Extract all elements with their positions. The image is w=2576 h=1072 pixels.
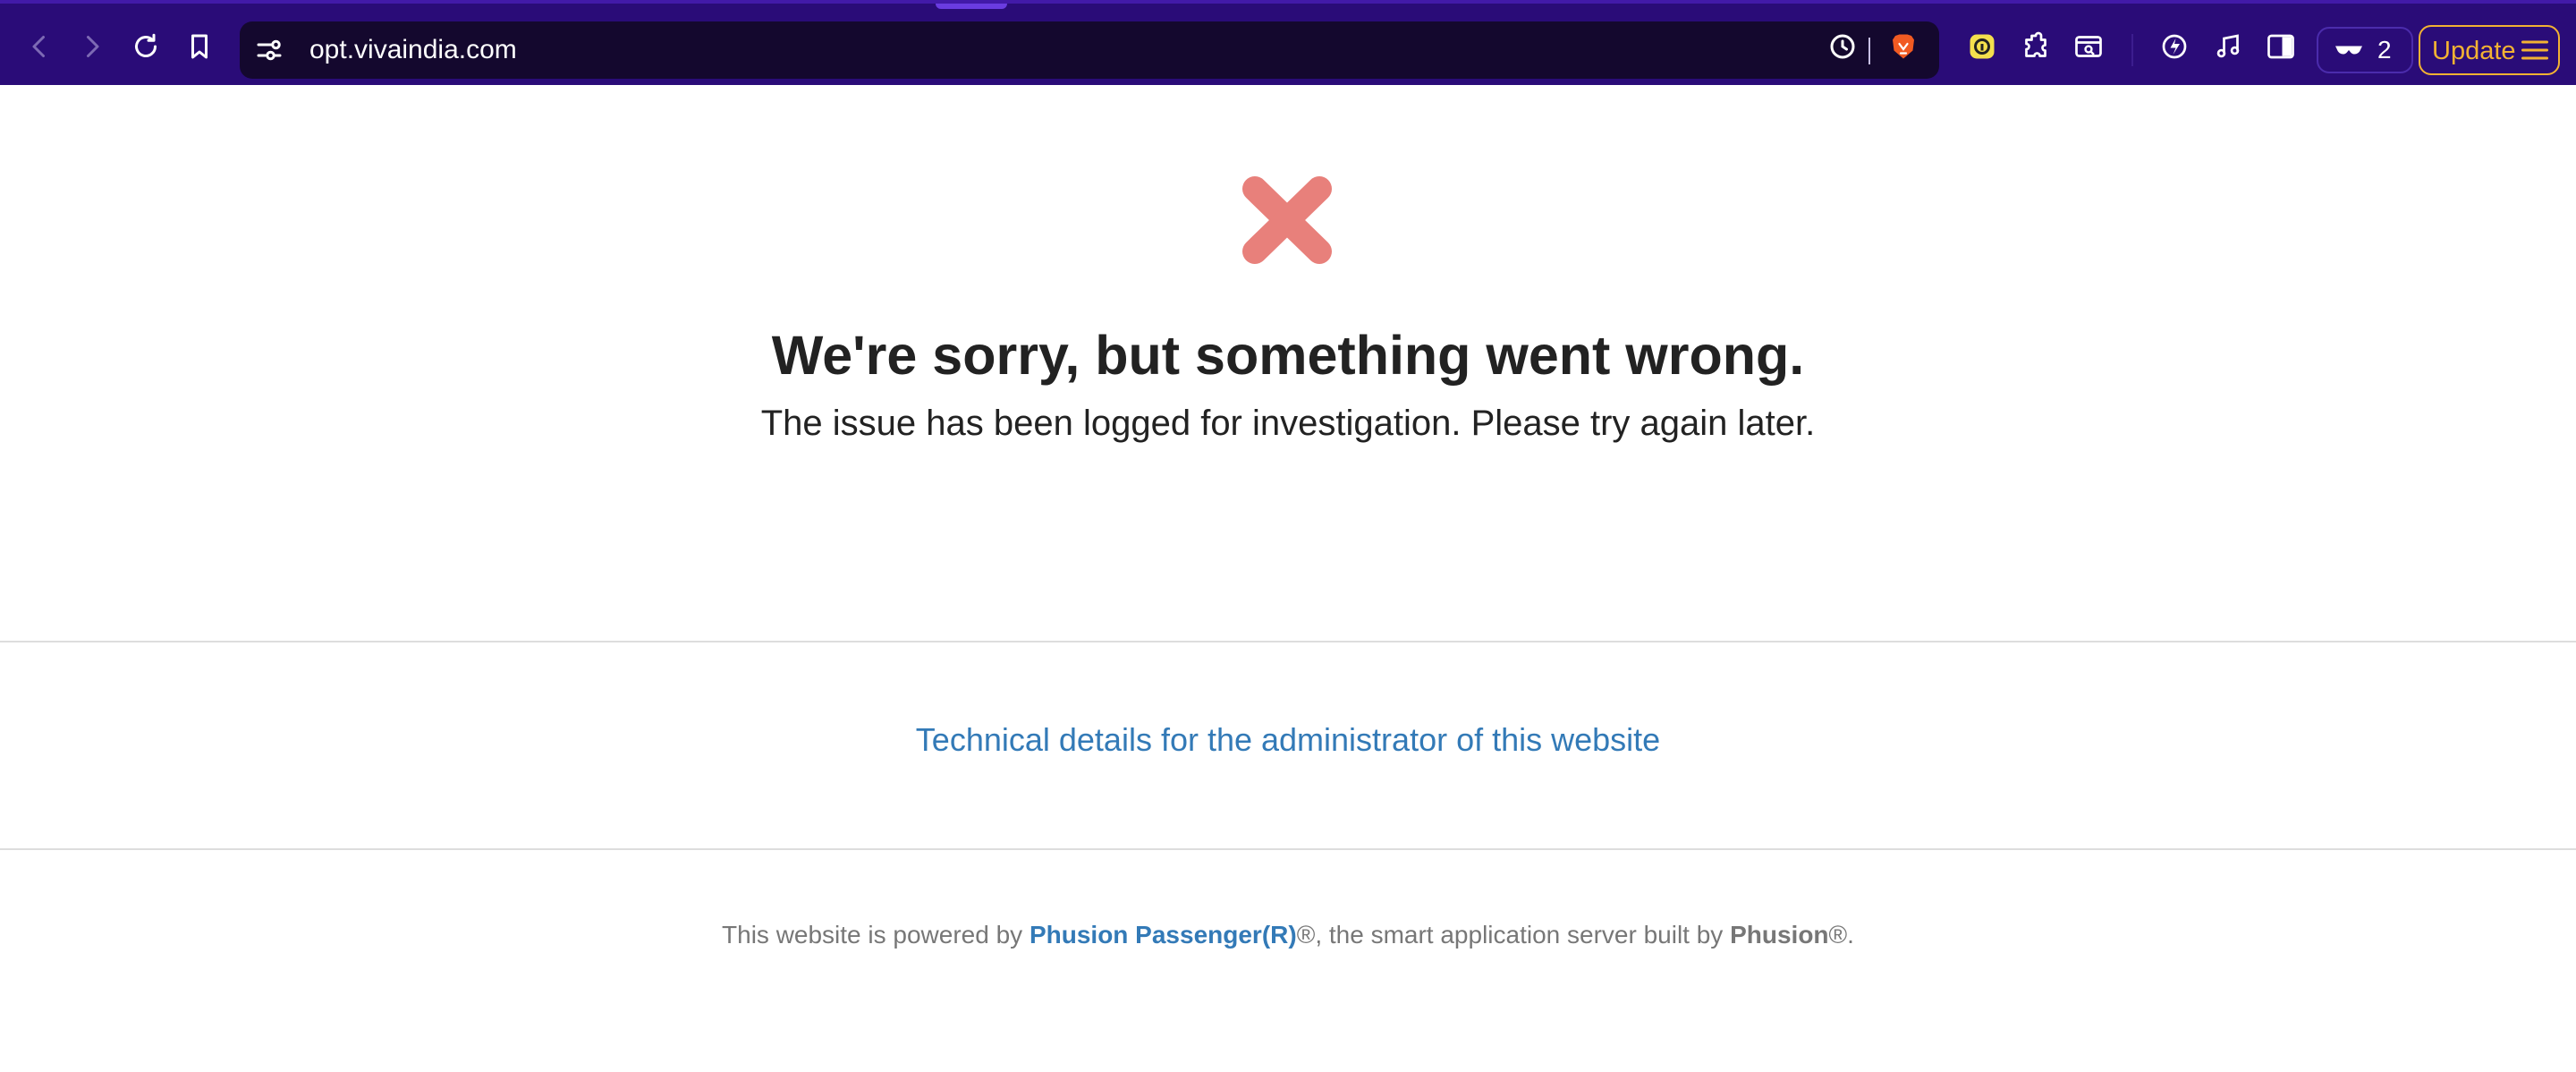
brave-shields-button[interactable] bbox=[1884, 27, 1923, 66]
site-settings-icon bbox=[257, 39, 282, 61]
history-icon bbox=[1830, 34, 1855, 59]
reader-mode-icon bbox=[2075, 36, 2102, 57]
puzzle-piece-icon bbox=[2025, 31, 2046, 57]
yellow-extension-icon bbox=[1970, 34, 1995, 59]
back-button[interactable] bbox=[20, 27, 59, 66]
back-arrow-icon bbox=[32, 36, 45, 57]
error-subtext: The issue has been logged for investigat… bbox=[760, 404, 1816, 443]
leo-ai-button[interactable] bbox=[2155, 27, 2194, 66]
bookmark-button[interactable] bbox=[180, 27, 219, 66]
extensions-button[interactable] bbox=[2016, 27, 2055, 66]
technical-details-link[interactable]: Technical details for the administrator … bbox=[0, 719, 2576, 761]
divider-bottom bbox=[0, 848, 2576, 850]
tab-indicator bbox=[936, 4, 1007, 9]
forward-button[interactable] bbox=[72, 27, 112, 66]
url-bar-divider bbox=[1868, 38, 1870, 64]
reload-icon bbox=[135, 33, 157, 57]
browser-toolbar: opt.vivaindia.com 2 Update bbox=[0, 0, 2576, 85]
private-window-count: 2 bbox=[2377, 36, 2392, 64]
reload-button[interactable] bbox=[126, 27, 165, 66]
private-glasses-button[interactable] bbox=[2329, 30, 2368, 70]
bookmark-icon bbox=[191, 34, 208, 59]
error-x-icon bbox=[1242, 176, 1332, 264]
media-button[interactable] bbox=[2208, 27, 2248, 66]
footer-suffix: ®. bbox=[1828, 921, 1854, 949]
toolbar-separator bbox=[2131, 34, 2133, 66]
music-note-icon bbox=[2216, 34, 2240, 58]
error-heading: We're sorry, but something went wrong. bbox=[771, 325, 1805, 386]
divider-top bbox=[0, 641, 2576, 642]
leo-ai-icon bbox=[2162, 34, 2187, 59]
reader-mode-button[interactable] bbox=[2069, 27, 2108, 66]
history-button[interactable] bbox=[1823, 27, 1862, 66]
private-glasses-icon bbox=[2335, 46, 2362, 55]
footer-middle: ®, the smart application server built by bbox=[1296, 921, 1731, 949]
url-text[interactable]: opt.vivaindia.com bbox=[309, 32, 517, 68]
menu-button[interactable] bbox=[2515, 30, 2555, 70]
footer-text: This website is powered by Phusion Passe… bbox=[0, 919, 2576, 951]
forward-arrow-icon bbox=[87, 36, 99, 57]
extension-button-yellow[interactable] bbox=[1962, 27, 2002, 66]
hamburger-menu-icon bbox=[2521, 40, 2548, 60]
sidebar-toggle-button[interactable] bbox=[2261, 27, 2301, 66]
sidebar-toggle-icon bbox=[2267, 34, 2294, 59]
site-settings-button[interactable] bbox=[251, 32, 287, 68]
phusion-brand: Phusion bbox=[1730, 921, 1829, 949]
brave-lion-icon bbox=[1893, 34, 1914, 59]
update-label[interactable]: Update bbox=[2432, 35, 2516, 67]
phusion-passenger-link[interactable]: Phusion Passenger(R) bbox=[1030, 921, 1297, 949]
footer-prefix: This website is powered by bbox=[722, 921, 1030, 949]
